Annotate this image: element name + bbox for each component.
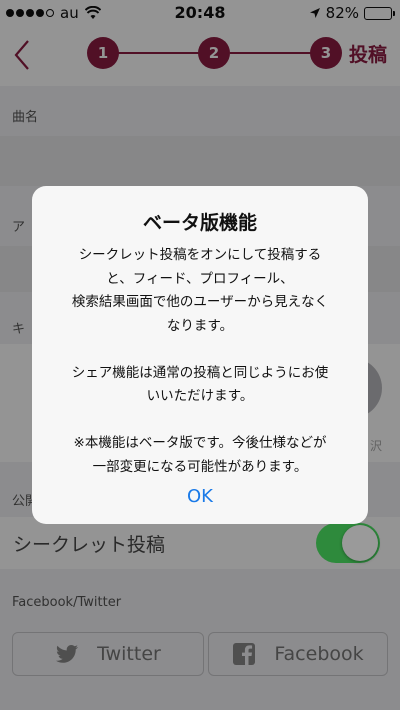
alert-message-line: いいただけます。 <box>146 388 254 404</box>
beta-feature-alert: ベータ版機能 シークレット投稿をオンにして投稿する と、フィード、プロフィール、… <box>32 186 368 524</box>
alert-message-line: シークレット投稿をオンにして投稿する <box>78 247 322 263</box>
alert-message-line: と、フィード、プロフィール、 <box>106 270 294 287</box>
alert-message: シークレット投稿をオンにして投稿する と、フィード、プロフィール、 検索結果画面… <box>46 244 354 479</box>
alert-message-line: シェア機能は通常の投稿と同じようにお使 <box>71 364 329 381</box>
toggle-knob <box>342 525 378 561</box>
alert-message-line: 検索結果画面で他のユーザーから見えなく <box>71 294 329 310</box>
alert-message-line: 一部変更になる可能性があります。 <box>92 458 308 475</box>
alert-message-line: なります。 <box>166 317 234 334</box>
ok-button[interactable]: OK <box>32 486 368 507</box>
alert-title: ベータ版機能 <box>142 212 257 234</box>
alert-message-line: ※本機能はベータ版です。今後仕様などが <box>73 435 327 451</box>
secret-post-toggle[interactable] <box>316 523 380 563</box>
secret-post-label: シークレット投稿 <box>13 534 166 556</box>
